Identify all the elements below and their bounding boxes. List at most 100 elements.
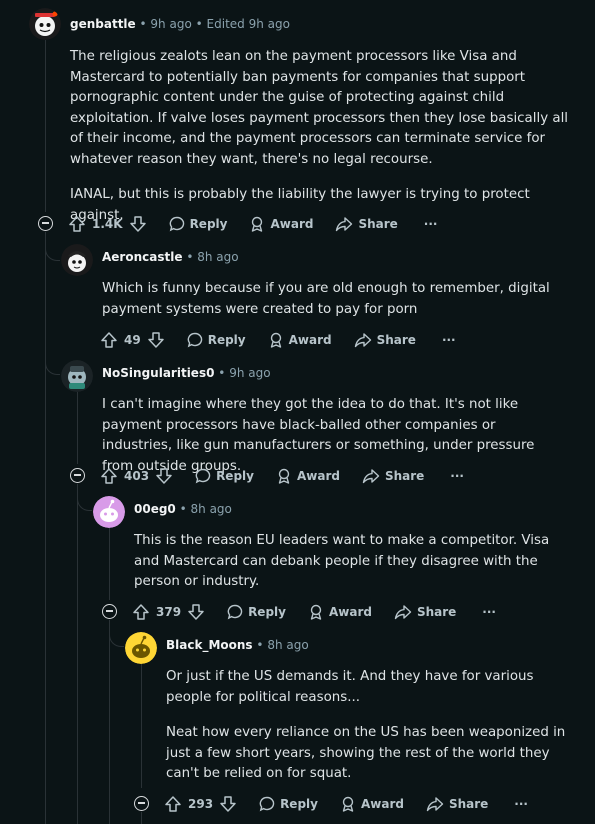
thread-line[interactable] (141, 664, 142, 788)
comment-actions: 293 Reply Award Share ··· (164, 792, 528, 816)
timestamp[interactable]: 8h ago (197, 250, 238, 264)
avatar[interactable] (29, 8, 61, 40)
thread-line[interactable] (77, 484, 78, 824)
timestamp[interactable]: 8h ago (267, 638, 308, 652)
collapse-icon[interactable] (70, 468, 85, 483)
reply-button[interactable]: Reply (227, 604, 286, 620)
comment-body: Or just if the US demands it. And they h… (166, 667, 576, 785)
more-options-button[interactable]: ··· (424, 217, 438, 231)
share-button[interactable]: Share (426, 796, 488, 812)
thread-line[interactable] (45, 40, 46, 212)
username[interactable]: Black_Moons (166, 638, 253, 652)
award-button[interactable]: Award (276, 468, 340, 484)
reply-label: Reply (280, 797, 318, 811)
separator-dot: • (186, 250, 198, 264)
reply-label: Reply (248, 605, 286, 619)
downvote-button[interactable] (129, 215, 147, 233)
thread-line[interactable] (141, 812, 142, 824)
thread-elbow (77, 484, 92, 511)
avatar[interactable] (125, 632, 157, 664)
username[interactable]: genbattle (70, 17, 136, 31)
vote-count: 403 (124, 469, 150, 483)
vote-count: 49 (124, 333, 141, 347)
comment-paragraph: This is the reason EU leaders want to ma… (134, 533, 550, 589)
thread-line[interactable] (109, 620, 110, 824)
award-button[interactable]: Award (340, 796, 404, 812)
timestamp[interactable]: 9h ago (150, 17, 191, 31)
reply-button[interactable]: Reply (187, 332, 246, 348)
comment-paragraph: Or just if the US demands it. And they h… (166, 669, 534, 705)
more-options-button[interactable]: ··· (514, 797, 528, 811)
separator-dot: • (218, 366, 230, 380)
avatar[interactable] (93, 496, 125, 528)
timestamp[interactable]: 8h ago (191, 502, 232, 516)
username[interactable]: Aeroncastle (102, 250, 182, 264)
reply-button[interactable]: Reply (259, 796, 318, 812)
username[interactable]: 00eg0 (134, 502, 176, 516)
comment-actions: 49 Reply Award Share ··· (100, 328, 456, 352)
collapse-icon[interactable] (134, 796, 149, 811)
upvote-button[interactable] (68, 215, 86, 233)
upvote-button[interactable] (164, 795, 182, 813)
downvote-button[interactable] (219, 795, 237, 813)
reply-bubble-icon (259, 796, 275, 812)
share-button[interactable]: Share (394, 604, 456, 620)
award-label: Award (270, 217, 314, 231)
upvote-button[interactable] (132, 603, 150, 621)
downvote-button[interactable] (147, 331, 165, 349)
collapse-icon[interactable] (38, 216, 53, 231)
thread-line[interactable] (109, 528, 110, 600)
comment-paragraph: Neat how every reliance on the US has be… (166, 725, 566, 781)
award-button[interactable]: Award (249, 216, 313, 232)
vote-count: 293 (188, 797, 214, 811)
thread-line[interactable] (77, 392, 78, 464)
more-options-button[interactable]: ··· (482, 605, 496, 619)
comment-body: This is the reason EU leaders want to ma… (134, 531, 554, 593)
share-button[interactable]: Share (362, 468, 424, 484)
reply-label: Reply (207, 333, 246, 347)
reply-button[interactable]: Reply (195, 468, 254, 484)
share-icon (426, 797, 444, 812)
upvote-icon (101, 332, 117, 348)
reply-bubble-icon (195, 468, 211, 484)
avatar[interactable] (61, 360, 93, 392)
share-button[interactable]: Share (354, 332, 416, 348)
separator-dot: • (179, 502, 191, 516)
reply-label: Reply (216, 469, 254, 483)
reply-bubble-icon (169, 216, 184, 232)
downvote-button[interactable] (187, 603, 205, 621)
share-label: Share (416, 605, 457, 619)
downvote-button[interactable] (155, 467, 173, 485)
username[interactable]: NoSingularities0 (102, 366, 214, 380)
downvote-icon (156, 468, 172, 484)
downvote-icon (220, 796, 236, 812)
downvote-icon (188, 604, 204, 620)
upvote-button[interactable] (100, 331, 118, 349)
comment-paragraph: Which is funny because if you are old en… (102, 281, 550, 317)
downvote-icon (147, 332, 164, 348)
award-label: Award (328, 605, 372, 619)
share-label: Share (358, 217, 398, 231)
comment-body: The religious zealots lean on the paymen… (70, 47, 575, 226)
avatar[interactable] (61, 244, 93, 276)
reply-label: Reply (189, 217, 228, 231)
reply-button[interactable]: Reply (169, 216, 228, 232)
upvote-button[interactable] (100, 467, 118, 485)
collapse-icon[interactable] (102, 604, 117, 619)
comment-actions: 403 Reply Award Share ··· (100, 464, 464, 488)
upvote-icon (165, 796, 181, 812)
award-button[interactable]: Award (268, 332, 332, 348)
comment-body: Which is funny because if you are old en… (102, 279, 582, 320)
timestamp[interactable]: 9h ago (229, 366, 270, 380)
share-icon (354, 333, 371, 348)
share-button[interactable]: Share (335, 216, 398, 232)
thread-line[interactable] (45, 232, 46, 824)
award-icon (270, 332, 281, 348)
more-options-button[interactable]: ··· (442, 333, 456, 347)
award-button[interactable]: Award (308, 604, 372, 620)
vote-count: 1.4K (92, 217, 123, 231)
award-icon (310, 604, 322, 620)
share-label: Share (384, 469, 425, 483)
more-options-button[interactable]: ··· (450, 469, 464, 483)
award-label: Award (360, 797, 404, 811)
